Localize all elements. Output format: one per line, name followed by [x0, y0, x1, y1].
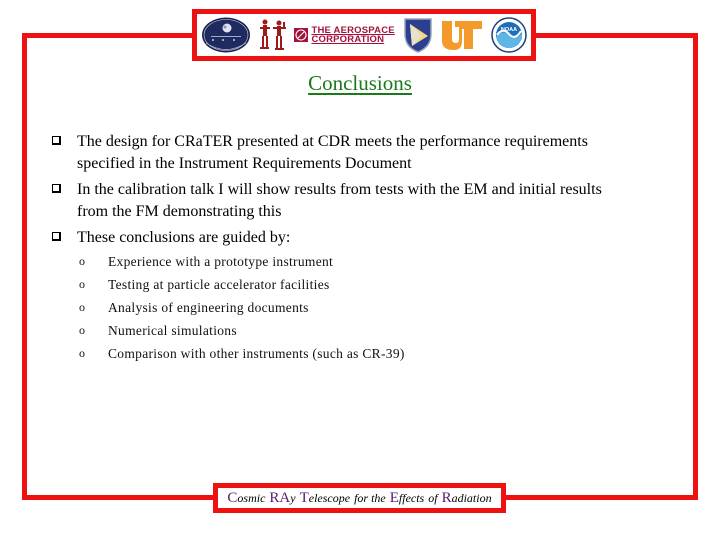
square-bullet-icon — [52, 184, 61, 193]
sub-bullet-text: Experience with a prototype instrument — [108, 254, 334, 269]
sub-bullet-item: o Testing at particle accelerator facili… — [79, 273, 405, 296]
sub-bullet-item: o Numerical simulations — [79, 319, 405, 342]
sub-bullet-item: o Analysis of engineering documents — [79, 296, 405, 319]
main-bullet-line: The design for CRaTER presented at CDR m… — [77, 133, 588, 150]
noaa-label: NOAA — [501, 27, 517, 33]
footer-word: Effects — [389, 489, 425, 506]
circle-bullet-icon: o — [79, 254, 86, 268]
aerospace-emblem-icon — [294, 28, 309, 42]
air-force-research-lab-shield-logo — [402, 16, 434, 54]
main-bullet-item: In the calibration talk I will show resu… — [51, 179, 691, 222]
footer-word: of — [428, 490, 438, 505]
sub-bullet-item: o Comparison with other instruments (suc… — [79, 342, 405, 365]
sub-bullet-list: o Experience with a prototype instrument… — [79, 250, 405, 365]
circle-bullet-icon: o — [79, 323, 86, 337]
footer-word: for the — [354, 490, 386, 505]
circle-bullet-icon: o — [79, 300, 86, 314]
square-bullet-icon — [52, 232, 61, 241]
sub-bullet-text: Comparison with other instruments (such … — [108, 346, 405, 361]
main-bullet-item: These conclusions are guided by: — [51, 227, 691, 249]
aerospace-corporation-logo: THE AEROSPACE CORPORATION — [294, 26, 395, 45]
main-bullet-line: specified in the Instrument Requirements… — [77, 154, 412, 172]
main-bullet-item: The design for CRaTER presented at CDR m… — [51, 131, 691, 174]
noaa-logo: NOAA — [491, 17, 527, 53]
main-bullet-line: In the calibration talk I will show resu… — [77, 181, 602, 198]
crater-figures-logo — [258, 17, 288, 53]
slide-title: Conclusions — [308, 71, 412, 95]
footer-word: Cosmic — [227, 489, 266, 506]
sub-bullet-text: Testing at particle accelerator faciliti… — [108, 277, 330, 292]
slide: THE AEROSPACE CORPORATION NOAA Conclusio… — [0, 0, 720, 540]
sub-bullet-text: Numerical simulations — [108, 323, 237, 338]
aerospace-line2: CORPORATION — [311, 34, 385, 45]
square-bullet-icon — [52, 136, 61, 145]
footer-word: Radiation — [441, 489, 492, 506]
circle-bullet-icon: o — [79, 346, 86, 360]
main-bullet-line: from the FM demonstrating this — [77, 202, 282, 220]
main-bullet-list: The design for CRaTER presented at CDR m… — [51, 131, 691, 254]
university-of-tennessee-logo — [440, 19, 484, 51]
circle-bullet-icon: o — [79, 277, 86, 291]
sub-bullet-text: Analysis of engineering documents — [108, 300, 309, 315]
main-bullet-line: These conclusions are guided by: — [77, 229, 291, 246]
footer-word: Telescope — [299, 489, 351, 506]
sponsor-logo-banner: THE AEROSPACE CORPORATION NOAA — [192, 9, 536, 61]
footer-acronym-banner: Cosmic RAy Telescope for the Effects of … — [213, 483, 506, 513]
footer-word: RAy — [269, 489, 296, 506]
sub-bullet-item: o Experience with a prototype instrument — [79, 250, 405, 273]
nasa-lro-seal-logo — [201, 16, 251, 54]
